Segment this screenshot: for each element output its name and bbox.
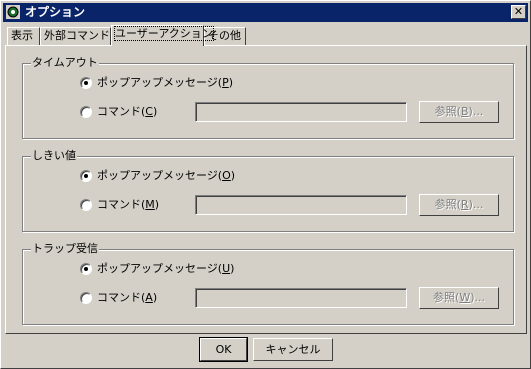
browse-button[interactable]: 参照(B)... xyxy=(419,101,499,123)
command-radio[interactable] xyxy=(80,199,92,211)
window-title: オプション xyxy=(25,5,86,19)
app-icon xyxy=(6,5,20,19)
popup-label[interactable]: ポップアップメッセージ(O) xyxy=(97,169,235,183)
command-radio[interactable] xyxy=(80,106,92,118)
command-input[interactable] xyxy=(195,102,407,122)
tab-label: ユーザーアクション xyxy=(114,26,214,41)
tab-external-command[interactable]: 外部コマンド xyxy=(40,27,111,45)
popup-label[interactable]: ポップアップメッセージ(U) xyxy=(97,262,234,276)
command-label[interactable]: コマンド(M) xyxy=(97,198,159,212)
command-label[interactable]: コマンド(C) xyxy=(97,105,157,119)
tab-label: 表示 xyxy=(11,29,33,42)
group-title: トラップ受信 xyxy=(31,242,99,256)
tab-panel: タイムアウト ポップアップメッセージ(P) コマンド(C) 参照(B)... し… xyxy=(5,45,527,334)
command-input[interactable] xyxy=(195,195,407,215)
title-bar[interactable]: オプション ✕ xyxy=(3,3,528,22)
popup-radio[interactable] xyxy=(80,77,92,89)
ok-button[interactable]: OK xyxy=(199,337,248,362)
browse-button[interactable]: 参照(W)... xyxy=(419,287,499,309)
close-button[interactable]: ✕ xyxy=(511,5,526,19)
tab-user-action[interactable]: ユーザーアクション xyxy=(111,25,214,46)
popup-label[interactable]: ポップアップメッセージ(P) xyxy=(97,76,233,90)
command-input[interactable] xyxy=(195,288,407,308)
group-title: しきい値 xyxy=(31,149,77,163)
group-title: タイムアウト xyxy=(31,56,99,70)
trap-receive-group: トラップ受信 ポップアップメッセージ(U) コマンド(A) 参照(W)... xyxy=(22,242,514,325)
tab-display[interactable]: 表示 xyxy=(7,27,40,45)
popup-radio[interactable] xyxy=(80,263,92,275)
timeout-group: タイムアウト ポップアップメッセージ(P) コマンド(C) 参照(B)... xyxy=(22,56,514,139)
options-dialog: オプション ✕ 表示 外部コマンド ユーザーアクション その他 タイムアウト ポ… xyxy=(0,0,531,369)
popup-radio[interactable] xyxy=(80,170,92,182)
cancel-button[interactable]: キャンセル xyxy=(253,338,333,361)
tab-label: 外部コマンド xyxy=(44,29,110,42)
browse-button[interactable]: 参照(R)... xyxy=(419,194,499,216)
command-label[interactable]: コマンド(A) xyxy=(97,291,157,305)
command-radio[interactable] xyxy=(80,292,92,304)
threshold-group: しきい値 ポップアップメッセージ(O) コマンド(M) 参照(R)... xyxy=(22,149,514,232)
